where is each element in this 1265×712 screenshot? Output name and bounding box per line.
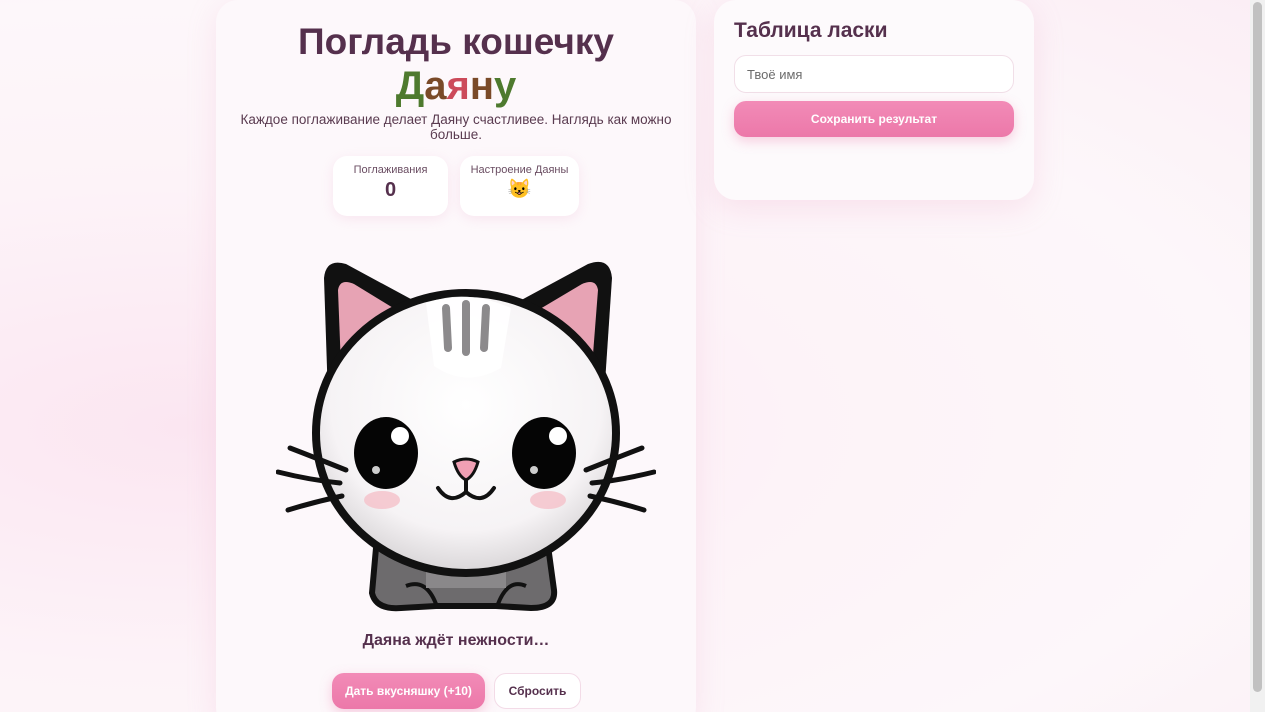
smiling-cat-emoji-icon: 😺	[507, 179, 532, 200]
scrollbar-thumb[interactable]	[1253, 2, 1262, 692]
save-score-button[interactable]: Сохранить результат	[734, 101, 1014, 137]
game-title: Погладь кошечку	[298, 21, 614, 62]
mood-label: Настроение Даяны	[470, 164, 569, 176]
leaderboard-title: Таблица ласки	[734, 19, 888, 42]
cat-name-letter: а	[424, 64, 447, 108]
cat-name-letter: у	[494, 64, 517, 108]
mood-indicator: Настроение Даяны 😺	[460, 156, 579, 216]
vertical-scrollbar[interactable]	[1250, 0, 1265, 712]
player-name-input[interactable]	[734, 55, 1014, 93]
game-subtitle: Каждое поглаживание делает Даяну счастли…	[240, 112, 672, 142]
reset-button[interactable]: Сбросить	[494, 673, 581, 709]
cat-name: Даяну	[216, 64, 696, 108]
pet-game-card: Погладь кошечку Даяну Каждое поглаживани…	[216, 0, 696, 712]
pets-counter-value: 0	[384, 179, 397, 201]
cat-name-letter: я	[446, 64, 470, 108]
cat-illustration-icon[interactable]	[275, 248, 657, 623]
pets-counter: Поглаживания 0	[333, 156, 448, 216]
leaderboard-card: Таблица ласки Сохранить результат	[714, 0, 1034, 200]
cat-name-letter: Д	[395, 64, 425, 108]
pets-counter-label: Поглаживания	[353, 164, 428, 176]
give-treat-button[interactable]: Дать вкусняшку (+10)	[332, 673, 485, 709]
cat-svg[interactable]	[275, 248, 657, 623]
cat-status-text: Даяна ждёт нежности…	[362, 632, 550, 649]
cat-name-letter: н	[469, 64, 494, 108]
